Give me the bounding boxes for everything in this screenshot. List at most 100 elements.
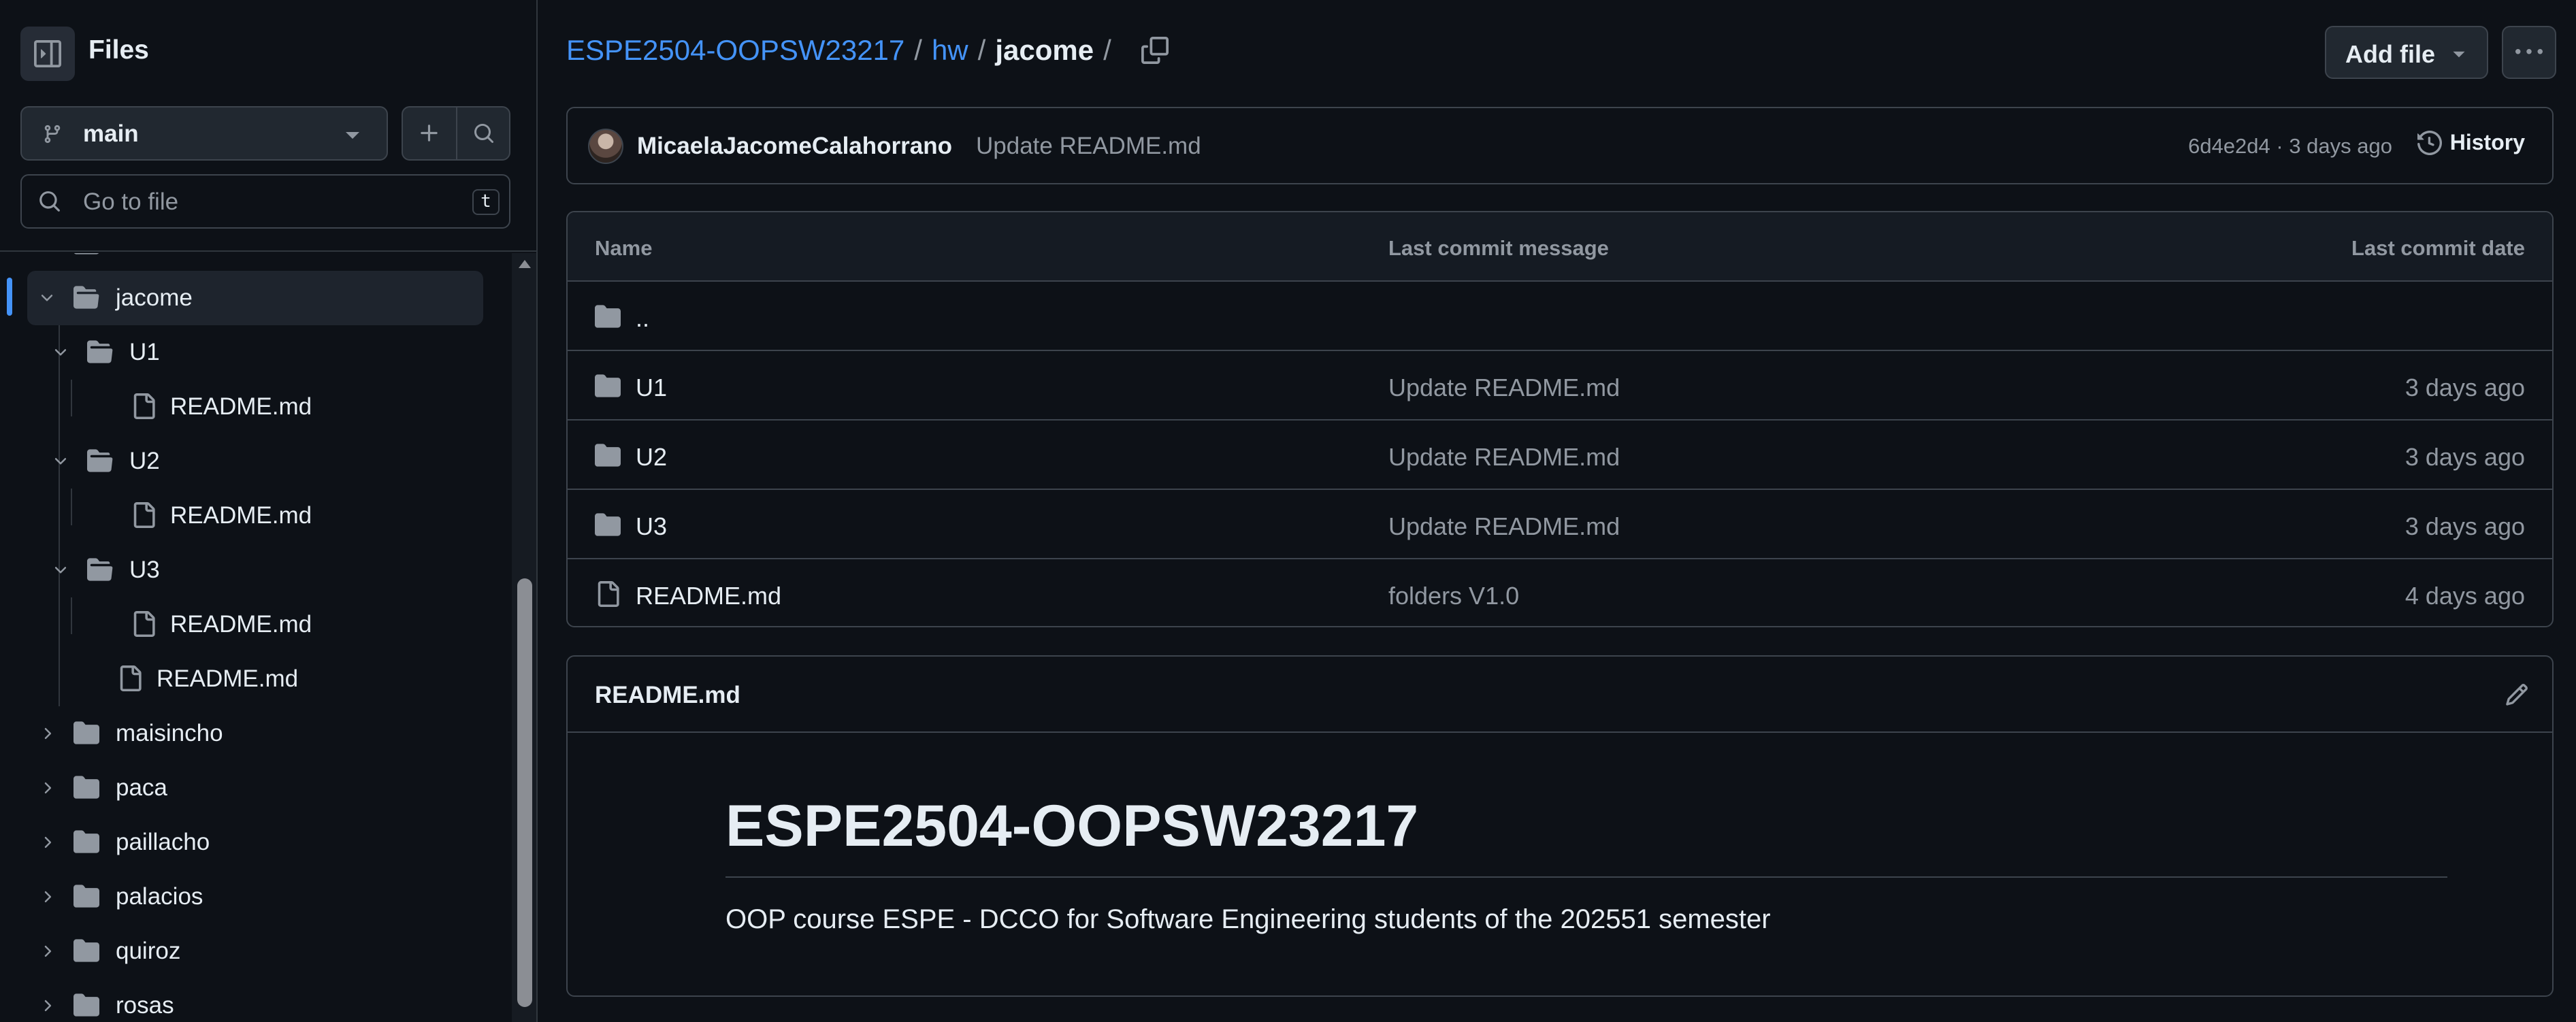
- tree-item-label: U1: [129, 339, 160, 365]
- readme-title[interactable]: README.md: [595, 682, 740, 709]
- folder-icon: [595, 303, 621, 329]
- folder-icon: [87, 557, 113, 582]
- history-label: History: [2449, 130, 2525, 154]
- tree-item[interactable]: README.md: [0, 489, 490, 543]
- more-options-button[interactable]: [2502, 26, 2556, 79]
- tree-item[interactable]: README.md: [0, 597, 490, 652]
- commit-date: 3 days ago: [2404, 512, 2525, 540]
- add-file-button[interactable]: [403, 108, 456, 159]
- chevron-right-icon[interactable]: [38, 779, 56, 797]
- tree-item-label: README.md: [170, 393, 312, 420]
- tree-scrollbar[interactable]: [512, 253, 536, 1022]
- tree-item-label: U3: [129, 557, 160, 583]
- chevron-down-icon[interactable]: [38, 289, 56, 307]
- edit-readme-button[interactable]: [2505, 682, 2529, 707]
- folder-icon: [74, 883, 99, 909]
- chevron-right-icon[interactable]: [38, 725, 56, 742]
- column-header-date: Last commit date: [2351, 236, 2525, 260]
- commit-hash-and-time[interactable]: 6d4e2d4 · 3 days ago: [2188, 134, 2392, 159]
- history-button[interactable]: History: [2417, 130, 2525, 155]
- commit-message-link[interactable]: Update README.md: [1388, 443, 1620, 472]
- chevron-down-icon[interactable]: [52, 561, 69, 579]
- search-icon: [38, 190, 61, 213]
- scroll-up-arrow-icon[interactable]: [517, 256, 532, 271]
- readme-header: README.md: [568, 657, 2552, 733]
- copy-path-button[interactable]: [1141, 37, 1169, 64]
- chevron-right-icon[interactable]: [38, 942, 56, 960]
- tree-item[interactable]: paca: [0, 761, 490, 815]
- table-row[interactable]: README.md folders V1.0 4 days ago: [568, 559, 2552, 626]
- avatar[interactable]: [588, 129, 623, 164]
- tree-item-label: README.md: [170, 502, 312, 529]
- search-files-button[interactable]: [457, 108, 509, 159]
- file-name-link[interactable]: U1: [636, 374, 667, 402]
- breadcrumb-repo-link[interactable]: ESPE2504-OOPSW23217: [566, 34, 904, 67]
- column-header-name: Name: [595, 236, 653, 260]
- file-icon: [131, 611, 157, 637]
- tree-item-label: palacios: [116, 883, 203, 910]
- breadcrumb-folder-link[interactable]: hw: [932, 34, 968, 67]
- kebab-horizontal-icon: [2515, 49, 2543, 54]
- folder-icon: [74, 992, 99, 1018]
- collapse-sidebar-button[interactable]: [20, 27, 75, 81]
- go-to-file-input[interactable]: Go to file t: [20, 174, 510, 229]
- tree-item[interactable]: U1: [0, 325, 490, 380]
- tree-item-label: paillacho: [116, 829, 210, 855]
- keyboard-shortcut-hint: t: [472, 189, 500, 215]
- folder-icon: [595, 442, 621, 468]
- chevron-right-icon[interactable]: [38, 888, 56, 906]
- breadcrumb: ESPE2504-OOPSW23217 / hw / jacome /: [566, 34, 1169, 67]
- latest-commit-bar: MicaelaJacomeCalahorrano Update README.m…: [566, 107, 2554, 184]
- scrollbar-thumb[interactable]: [517, 578, 532, 1007]
- readme-panel: README.md ESPE2504-OOPSW23217 OOP course…: [566, 655, 2554, 997]
- tree-item[interactable]: README.md: [0, 380, 490, 434]
- tree-item[interactable]: rosas: [0, 978, 490, 1022]
- file-tree-sidebar: Files main Go to file t jacome U1 README…: [0, 0, 538, 1022]
- tree-item-label: quiroz: [116, 938, 181, 964]
- chevron-right-icon[interactable]: [38, 834, 56, 851]
- folder-icon: [74, 720, 99, 746]
- main-content: ESPE2504-OOPSW23217 / hw / jacome / Add …: [539, 0, 2576, 1022]
- breadcrumb-separator: /: [977, 34, 986, 66]
- tree-item[interactable]: maisincho: [0, 706, 490, 761]
- tree-item[interactable]: U2: [0, 434, 490, 489]
- commit-message-link[interactable]: Update README.md: [976, 133, 1201, 160]
- tree-item[interactable]: fuentes: [0, 253, 490, 271]
- tree-item-label: rosas: [116, 992, 174, 1019]
- commit-message-link[interactable]: Update README.md: [1388, 374, 1620, 402]
- tree-item[interactable]: U3: [0, 543, 490, 597]
- folder-icon: [87, 339, 113, 365]
- tree-item[interactable]: README.md: [0, 652, 490, 706]
- go-to-file-placeholder: Go to file: [83, 188, 179, 215]
- history-icon: [2417, 130, 2442, 155]
- tree-item[interactable]: jacome: [27, 271, 483, 325]
- tree-item[interactable]: palacios: [0, 870, 490, 924]
- branch-selector[interactable]: main: [20, 106, 388, 161]
- chevron-down-icon[interactable]: [52, 452, 69, 470]
- file-icon: [117, 665, 143, 691]
- folder-icon: [74, 284, 99, 310]
- sidebar-title: Files: [88, 35, 149, 65]
- table-row[interactable]: ..: [568, 282, 2552, 351]
- file-icon: [595, 581, 621, 607]
- chevron-right-icon[interactable]: [38, 997, 56, 1015]
- commit-message-link[interactable]: Update README.md: [1388, 512, 1620, 541]
- table-row[interactable]: U2 Update README.md 3 days ago: [568, 421, 2552, 490]
- table-row[interactable]: U1 Update README.md 3 days ago: [568, 351, 2552, 421]
- file-name-link[interactable]: U2: [636, 443, 667, 472]
- branch-name: main: [83, 120, 139, 147]
- file-name-link[interactable]: ..: [636, 304, 649, 333]
- folder-icon: [74, 938, 99, 963]
- tree-item[interactable]: paillacho: [0, 815, 490, 870]
- chevron-down-icon[interactable]: [52, 344, 69, 361]
- commit-message-link[interactable]: folders V1.0: [1388, 582, 1519, 610]
- file-name-link[interactable]: README.md: [636, 582, 781, 610]
- table-row[interactable]: U3 Update README.md 3 days ago: [568, 490, 2552, 559]
- file-name-link[interactable]: U3: [636, 512, 667, 541]
- tree-item[interactable]: quiroz: [0, 924, 490, 978]
- commit-author-link[interactable]: MicaelaJacomeCalahorrano: [637, 133, 952, 160]
- add-file-dropdown-button[interactable]: Add file: [2325, 26, 2488, 79]
- search-icon: [474, 124, 494, 144]
- file-tree: fuentes jacome U1 README.md U2 README.md U3 REA…: [0, 253, 510, 1022]
- tree-item-label: README.md: [170, 611, 312, 638]
